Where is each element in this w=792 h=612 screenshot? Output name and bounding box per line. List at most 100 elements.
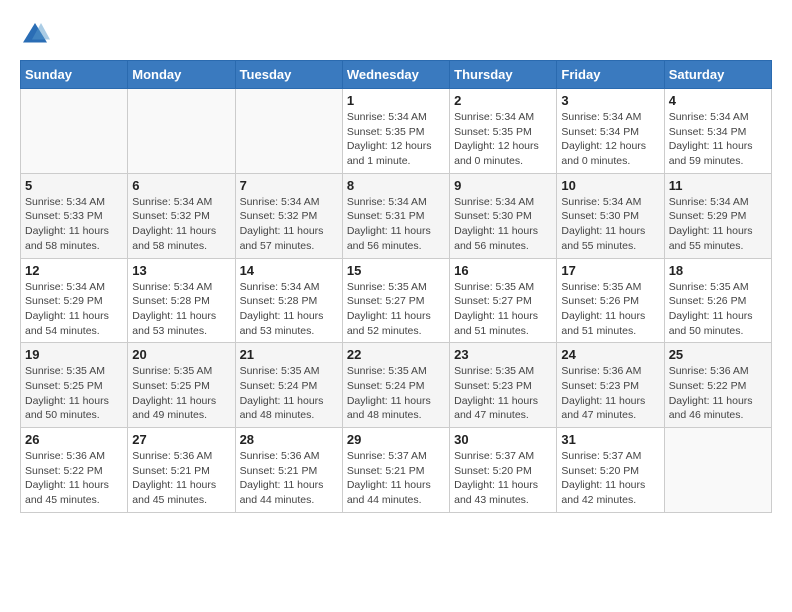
calendar-day-10: 10 Sunrise: 5:34 AMSunset: 5:30 PMDayligh… — [557, 173, 664, 258]
calendar-day-6: 6 Sunrise: 5:34 AMSunset: 5:32 PMDaylight… — [128, 173, 235, 258]
calendar-day-7: 7Sunrise: 5:34 AMSunset: 5:32 PMDaylight… — [235, 173, 342, 258]
calendar-week-4: 19 Sunrise: 5:35 AMSunset: 5:25 PMDayligh… — [21, 343, 772, 428]
day-number: 30 — [454, 432, 552, 447]
day-number: 19 — [25, 347, 123, 362]
calendar-day-28: 28 Sunrise: 5:36 AMSunset: 5:21 PMDayligh… — [235, 428, 342, 513]
day-number: 28 — [240, 432, 338, 447]
calendar-day-2: 2Sunrise: 5:34 AMSunset: 5:35 PMDaylight… — [450, 89, 557, 174]
logo — [20, 20, 54, 50]
day-number: 17 — [561, 263, 659, 278]
calendar-day-24: 24Sunrise: 5:36 AMSunset: 5:23 PMDayligh… — [557, 343, 664, 428]
day-number: 11 — [669, 178, 767, 193]
calendar-header-wednesday: Wednesday — [342, 61, 449, 89]
day-info: Sunrise: 5:34 AMSunset: 5:31 PMDaylight:… — [347, 195, 445, 254]
day-info: Sunrise: 5:36 AMSunset: 5:23 PMDaylight:… — [561, 364, 659, 423]
calendar-day-25: 25Sunrise: 5:36 AMSunset: 5:22 PMDayligh… — [664, 343, 771, 428]
day-info: Sunrise: 5:34 AMSunset: 5:28 PMDaylight:… — [240, 280, 338, 339]
day-number: 29 — [347, 432, 445, 447]
day-info: Sunrise: 5:35 AMSunset: 5:27 PMDaylight:… — [347, 280, 445, 339]
calendar-day-30: 30 Sunrise: 5:37 AMSunset: 5:20 PMDayligh… — [450, 428, 557, 513]
calendar-day-15: 15 Sunrise: 5:35 AMSunset: 5:27 PMDayligh… — [342, 258, 449, 343]
calendar-day-26: 26 Sunrise: 5:36 AMSunset: 5:22 PMDayligh… — [21, 428, 128, 513]
day-number: 9 — [454, 178, 552, 193]
calendar-header-monday: Monday — [128, 61, 235, 89]
calendar-day-12: 12 Sunrise: 5:34 AMSunset: 5:29 PMDayligh… — [21, 258, 128, 343]
day-number: 12 — [25, 263, 123, 278]
day-info: Sunrise: 5:35 AMSunset: 5:24 PMDaylight:… — [347, 364, 445, 423]
calendar-day-19: 19 Sunrise: 5:35 AMSunset: 5:25 PMDayligh… — [21, 343, 128, 428]
day-info: Sunrise: 5:34 AMSunset: 5:30 PMDaylight:… — [561, 195, 659, 254]
calendar-day-5: 5 Sunrise: 5:34 AMSunset: 5:33 PMDaylight… — [21, 173, 128, 258]
day-info: Sunrise: 5:35 AMSunset: 5:23 PMDaylight:… — [454, 364, 552, 423]
day-number: 1 — [347, 93, 445, 108]
calendar-day-18: 18 Sunrise: 5:35 AMSunset: 5:26 PMDayligh… — [664, 258, 771, 343]
logo-icon — [20, 20, 50, 50]
day-number: 14 — [240, 263, 338, 278]
day-number: 25 — [669, 347, 767, 362]
day-info: Sunrise: 5:37 AMSunset: 5:20 PMDaylight:… — [454, 449, 552, 508]
calendar-header-saturday: Saturday — [664, 61, 771, 89]
calendar-empty — [235, 89, 342, 174]
calendar-empty — [664, 428, 771, 513]
day-number: 4 — [669, 93, 767, 108]
day-info: Sunrise: 5:34 AMSunset: 5:29 PMDaylight:… — [25, 280, 123, 339]
calendar-day-13: 13 Sunrise: 5:34 AMSunset: 5:28 PMDayligh… — [128, 258, 235, 343]
day-info: Sunrise: 5:34 AMSunset: 5:34 PMDaylight:… — [561, 110, 659, 169]
day-info: Sunrise: 5:35 AMSunset: 5:26 PMDaylight:… — [561, 280, 659, 339]
day-info: Sunrise: 5:35 AMSunset: 5:26 PMDaylight:… — [669, 280, 767, 339]
calendar-day-20: 20Sunrise: 5:35 AMSunset: 5:25 PMDayligh… — [128, 343, 235, 428]
day-number: 27 — [132, 432, 230, 447]
day-number: 10 — [561, 178, 659, 193]
day-number: 15 — [347, 263, 445, 278]
day-info: Sunrise: 5:35 AMSunset: 5:27 PMDaylight:… — [454, 280, 552, 339]
calendar-empty — [128, 89, 235, 174]
day-number: 31 — [561, 432, 659, 447]
page-header — [20, 20, 772, 50]
day-number: 20 — [132, 347, 230, 362]
calendar-day-8: 8 Sunrise: 5:34 AMSunset: 5:31 PMDaylight… — [342, 173, 449, 258]
day-number: 23 — [454, 347, 552, 362]
day-number: 21 — [240, 347, 338, 362]
calendar-day-1: 1Sunrise: 5:34 AMSunset: 5:35 PMDaylight… — [342, 89, 449, 174]
calendar-week-5: 26 Sunrise: 5:36 AMSunset: 5:22 PMDayligh… — [21, 428, 772, 513]
day-info: Sunrise: 5:37 AMSunset: 5:21 PMDaylight:… — [347, 449, 445, 508]
calendar-week-2: 5 Sunrise: 5:34 AMSunset: 5:33 PMDaylight… — [21, 173, 772, 258]
calendar-day-27: 27 Sunrise: 5:36 AMSunset: 5:21 PMDayligh… — [128, 428, 235, 513]
day-info: Sunrise: 5:34 AMSunset: 5:32 PMDaylight:… — [132, 195, 230, 254]
calendar-day-22: 22 Sunrise: 5:35 AMSunset: 5:24 PMDayligh… — [342, 343, 449, 428]
day-info: Sunrise: 5:34 AMSunset: 5:29 PMDaylight:… — [669, 195, 767, 254]
day-number: 5 — [25, 178, 123, 193]
calendar-header-tuesday: Tuesday — [235, 61, 342, 89]
day-number: 22 — [347, 347, 445, 362]
calendar-day-14: 14 Sunrise: 5:34 AMSunset: 5:28 PMDayligh… — [235, 258, 342, 343]
day-info: Sunrise: 5:36 AMSunset: 5:22 PMDaylight:… — [25, 449, 123, 508]
day-info: Sunrise: 5:35 AMSunset: 5:25 PMDaylight:… — [25, 364, 123, 423]
day-number: 3 — [561, 93, 659, 108]
calendar-day-9: 9Sunrise: 5:34 AMSunset: 5:30 PMDaylight… — [450, 173, 557, 258]
calendar-day-16: 16Sunrise: 5:35 AMSunset: 5:27 PMDayligh… — [450, 258, 557, 343]
day-number: 6 — [132, 178, 230, 193]
day-info: Sunrise: 5:34 AMSunset: 5:34 PMDaylight:… — [669, 110, 767, 169]
day-number: 7 — [240, 178, 338, 193]
day-info: Sunrise: 5:37 AMSunset: 5:20 PMDaylight:… — [561, 449, 659, 508]
day-number: 26 — [25, 432, 123, 447]
calendar-header-friday: Friday — [557, 61, 664, 89]
day-info: Sunrise: 5:36 AMSunset: 5:21 PMDaylight:… — [240, 449, 338, 508]
calendar-day-29: 29 Sunrise: 5:37 AMSunset: 5:21 PMDayligh… — [342, 428, 449, 513]
calendar-day-23: 23 Sunrise: 5:35 AMSunset: 5:23 PMDayligh… — [450, 343, 557, 428]
day-info: Sunrise: 5:34 AMSunset: 5:28 PMDaylight:… — [132, 280, 230, 339]
calendar-day-11: 11 Sunrise: 5:34 AMSunset: 5:29 PMDayligh… — [664, 173, 771, 258]
day-info: Sunrise: 5:34 AMSunset: 5:33 PMDaylight:… — [25, 195, 123, 254]
day-number: 18 — [669, 263, 767, 278]
calendar-week-1: 1Sunrise: 5:34 AMSunset: 5:35 PMDaylight… — [21, 89, 772, 174]
calendar-table: SundayMondayTuesdayWednesdayThursdayFrid… — [20, 60, 772, 513]
calendar-week-3: 12 Sunrise: 5:34 AMSunset: 5:29 PMDayligh… — [21, 258, 772, 343]
day-info: Sunrise: 5:36 AMSunset: 5:21 PMDaylight:… — [132, 449, 230, 508]
day-number: 8 — [347, 178, 445, 193]
calendar-header-row: SundayMondayTuesdayWednesdayThursdayFrid… — [21, 61, 772, 89]
calendar-empty — [21, 89, 128, 174]
day-number: 2 — [454, 93, 552, 108]
day-number: 13 — [132, 263, 230, 278]
calendar-day-4: 4 Sunrise: 5:34 AMSunset: 5:34 PMDaylight… — [664, 89, 771, 174]
calendar-day-21: 21Sunrise: 5:35 AMSunset: 5:24 PMDayligh… — [235, 343, 342, 428]
